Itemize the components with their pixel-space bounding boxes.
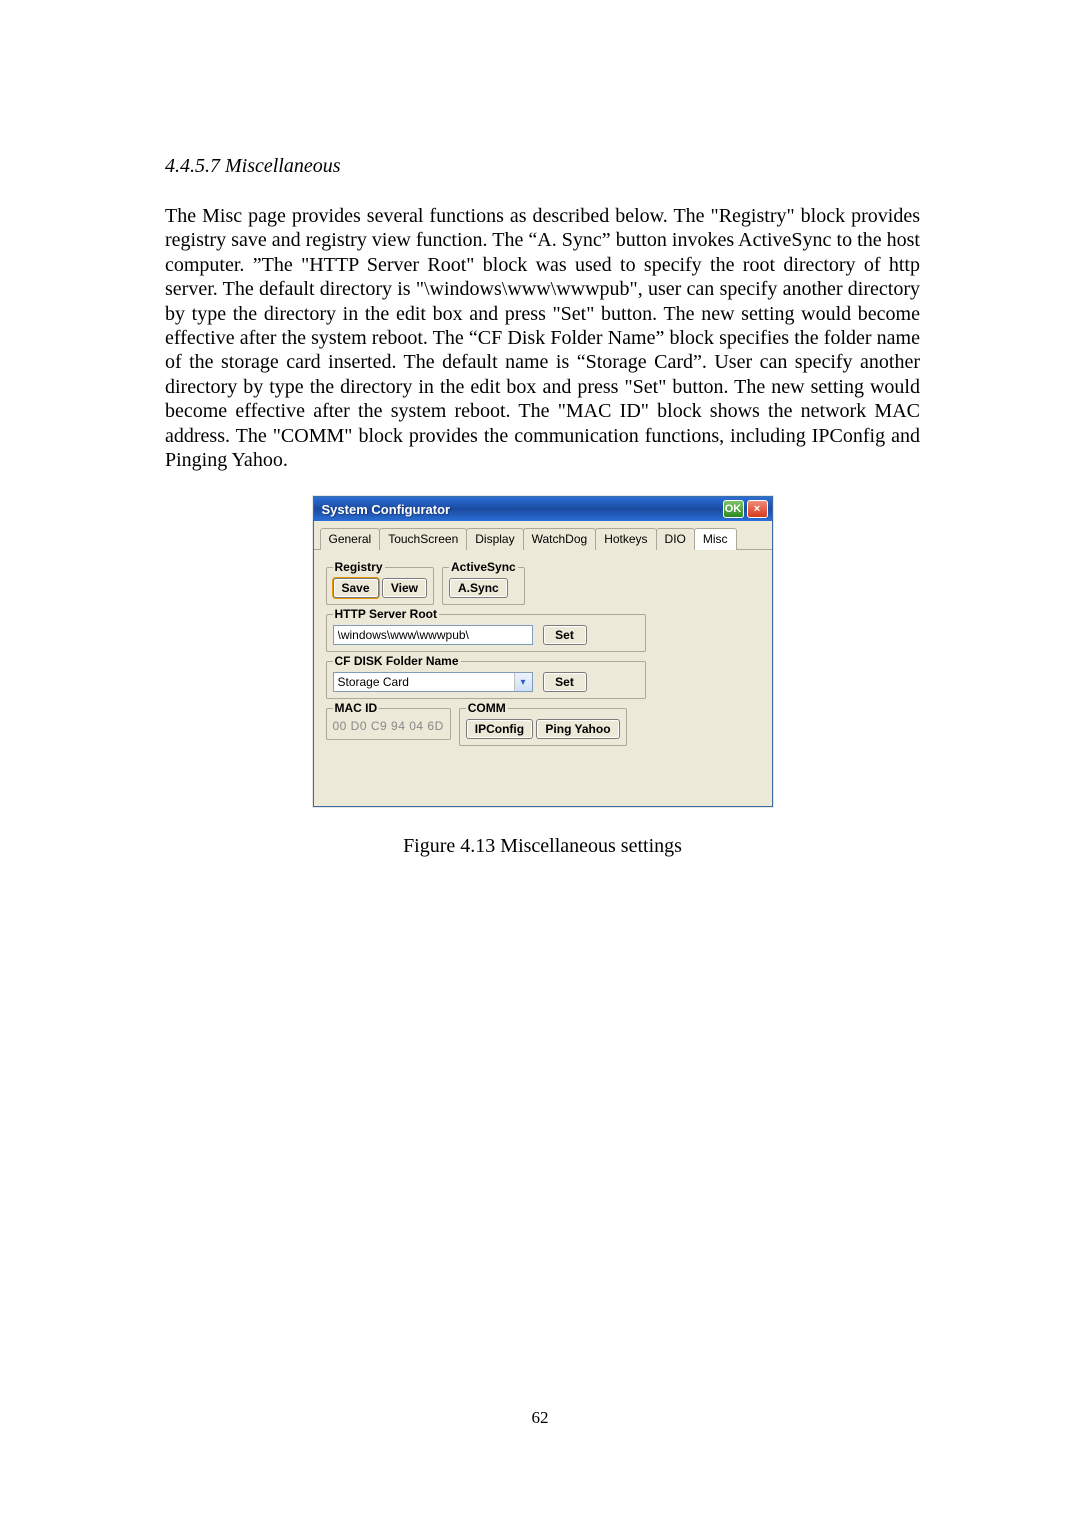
cf-disk-group: CF DISK Folder Name Storage Card ▾ Set bbox=[326, 654, 646, 699]
cf-disk-combo[interactable]: Storage Card ▾ bbox=[333, 672, 533, 692]
tab-general[interactable]: General bbox=[320, 528, 381, 550]
ipconfig-button[interactable]: IPConfig bbox=[466, 719, 533, 739]
section-heading: 4.4.5.7 Miscellaneous bbox=[165, 155, 920, 178]
body-paragraph: The Misc page provides several functions… bbox=[165, 204, 920, 472]
http-root-input[interactable] bbox=[333, 625, 533, 645]
figure-caption: Figure 4.13 Miscellaneous settings bbox=[165, 835, 920, 858]
comm-legend: COMM bbox=[466, 701, 508, 715]
activesync-legend: ActiveSync bbox=[449, 560, 518, 574]
window-title: System Configurator bbox=[322, 502, 720, 517]
tab-watchdog[interactable]: WatchDog bbox=[523, 528, 597, 550]
registry-legend: Registry bbox=[333, 560, 385, 574]
close-button[interactable]: × bbox=[747, 500, 768, 518]
figure-container: System Configurator OK × General TouchSc… bbox=[165, 496, 920, 807]
mac-id-legend: MAC ID bbox=[333, 701, 380, 715]
cf-disk-set-button[interactable]: Set bbox=[543, 672, 587, 692]
ok-button[interactable]: OK bbox=[723, 500, 744, 518]
tab-content-misc: Registry Save View ActiveSync A.Sync HTT… bbox=[314, 550, 772, 806]
tab-touchscreen[interactable]: TouchScreen bbox=[379, 528, 467, 550]
mac-id-value: 00 D0 C9 94 04 6D bbox=[333, 719, 444, 733]
tab-misc[interactable]: Misc bbox=[694, 528, 737, 550]
async-button[interactable]: A.Sync bbox=[449, 578, 508, 598]
save-button[interactable]: Save bbox=[333, 578, 379, 598]
ping-yahoo-button[interactable]: Ping Yahoo bbox=[536, 719, 619, 739]
registry-group: Registry Save View bbox=[326, 560, 435, 605]
cf-disk-value: Storage Card bbox=[334, 675, 514, 689]
comm-group: COMM IPConfig Ping Yahoo bbox=[459, 701, 627, 746]
tab-dio[interactable]: DIO bbox=[656, 528, 695, 550]
cf-disk-legend: CF DISK Folder Name bbox=[333, 654, 461, 668]
http-root-set-button[interactable]: Set bbox=[543, 625, 587, 645]
activesync-group: ActiveSync A.Sync bbox=[442, 560, 525, 605]
tab-hotkeys[interactable]: Hotkeys bbox=[595, 528, 656, 550]
tab-strip: General TouchScreen Display WatchDog Hot… bbox=[314, 521, 772, 550]
window-titlebar: System Configurator OK × bbox=[314, 497, 772, 521]
chevron-down-icon[interactable]: ▾ bbox=[514, 673, 532, 691]
http-root-legend: HTTP Server Root bbox=[333, 607, 439, 621]
view-button[interactable]: View bbox=[382, 578, 427, 598]
system-configurator-window: System Configurator OK × General TouchSc… bbox=[313, 496, 773, 807]
mac-id-group: MAC ID 00 D0 C9 94 04 6D bbox=[326, 701, 451, 740]
tab-display[interactable]: Display bbox=[466, 528, 523, 550]
http-root-group: HTTP Server Root Set bbox=[326, 607, 646, 652]
page-number: 62 bbox=[0, 1408, 1080, 1428]
